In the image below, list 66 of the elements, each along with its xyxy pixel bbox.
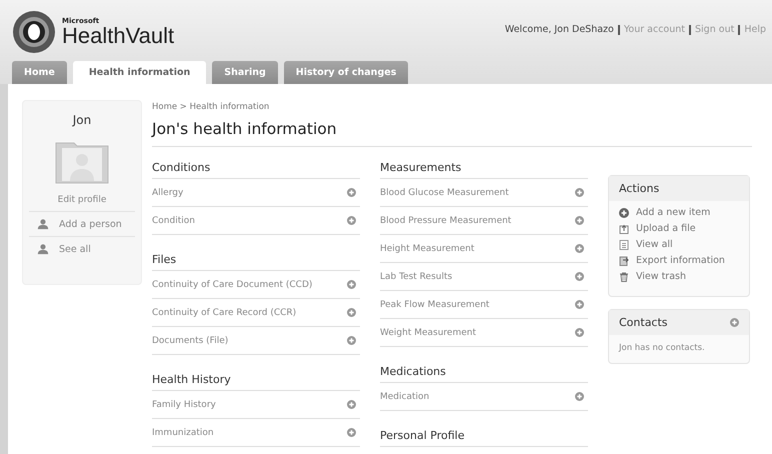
action-link[interactable]: Upload a file — [636, 223, 696, 234]
header-link[interactable]: Sign out — [689, 25, 734, 35]
product-name: HealthVault — [62, 24, 174, 46]
profile-link[interactable]: Add a person — [59, 218, 122, 230]
category-link[interactable]: Continuity of Care Document (CCD) — [152, 280, 312, 290]
add-icon[interactable] — [347, 188, 356, 197]
category-link[interactable]: Lab Test Results — [380, 272, 452, 282]
category-link[interactable]: Blood Glucose Measurement — [380, 188, 509, 198]
section-heading: Medications — [380, 365, 588, 383]
header-link[interactable]: Your account — [618, 25, 686, 35]
add-icon[interactable] — [347, 308, 356, 317]
person-icon — [37, 218, 49, 230]
tab[interactable]: Health information — [72, 61, 206, 84]
add-icon[interactable] — [730, 318, 739, 327]
breadcrumb: Home > Health information — [152, 102, 270, 112]
section-heading: Files — [152, 253, 360, 271]
action-link[interactable]: View all — [636, 239, 673, 250]
add-icon[interactable] — [575, 188, 584, 197]
category-link[interactable]: Medication — [380, 392, 430, 402]
category-link[interactable]: Condition — [152, 216, 195, 226]
category-link[interactable]: Continuity of Care Record (CCR) — [152, 308, 296, 318]
add-icon[interactable] — [575, 392, 584, 401]
category-link[interactable]: Documents (File) — [152, 336, 228, 346]
welcome-text: Welcome, Jon DeShazo — [504, 24, 614, 35]
action-link[interactable]: View trash — [636, 271, 686, 282]
add-icon[interactable] — [575, 272, 584, 281]
category-link[interactable]: Blood Pressure Measurement — [380, 216, 512, 226]
action-link[interactable]: Export information — [636, 255, 725, 266]
add-icon[interactable] — [575, 300, 584, 309]
page-title: Jon's health information — [152, 120, 752, 147]
section-heading: Conditions — [152, 161, 360, 179]
add-icon[interactable] — [575, 244, 584, 253]
category-link[interactable]: Weight Measurement — [380, 328, 476, 338]
add-icon[interactable] — [575, 328, 584, 337]
category-link[interactable]: Height Measurement — [380, 244, 474, 254]
panel-title: Contacts — [619, 316, 668, 329]
tab[interactable]: History of changes — [284, 61, 408, 84]
logo-icon — [12, 10, 56, 54]
tab[interactable]: Home — [12, 61, 67, 84]
export-icon — [619, 256, 629, 266]
add-icon — [619, 208, 629, 218]
section-heading: Personal Profile — [380, 429, 588, 447]
category-link[interactable]: Peak Flow Measurement — [380, 300, 490, 310]
add-icon[interactable] — [347, 216, 356, 225]
tab[interactable]: Sharing — [212, 61, 278, 84]
person-icon — [37, 243, 49, 255]
header-link[interactable]: Help — [738, 25, 766, 35]
upload-icon — [619, 224, 629, 234]
profile-link[interactable]: See all — [59, 244, 91, 254]
list-icon — [619, 240, 629, 250]
trash-icon — [619, 272, 629, 282]
action-link[interactable]: Add a new item — [636, 207, 710, 218]
section-heading: Health History — [152, 373, 360, 391]
category-link[interactable]: Allergy — [152, 188, 184, 198]
panel-title: Actions — [619, 182, 660, 195]
add-icon[interactable] — [575, 216, 584, 225]
add-icon[interactable] — [347, 336, 356, 345]
section-heading: Measurements — [380, 161, 588, 179]
add-icon[interactable] — [347, 400, 356, 409]
edit-profile-link[interactable]: Edit profile — [58, 195, 106, 205]
profile-name: Jon — [72, 113, 92, 127]
add-icon[interactable] — [347, 280, 356, 289]
empty-message: Jon has no contacts. — [618, 342, 706, 355]
category-link[interactable]: Family History — [152, 400, 216, 410]
category-link[interactable]: Immunization — [152, 428, 214, 438]
add-icon[interactable] — [347, 428, 356, 437]
